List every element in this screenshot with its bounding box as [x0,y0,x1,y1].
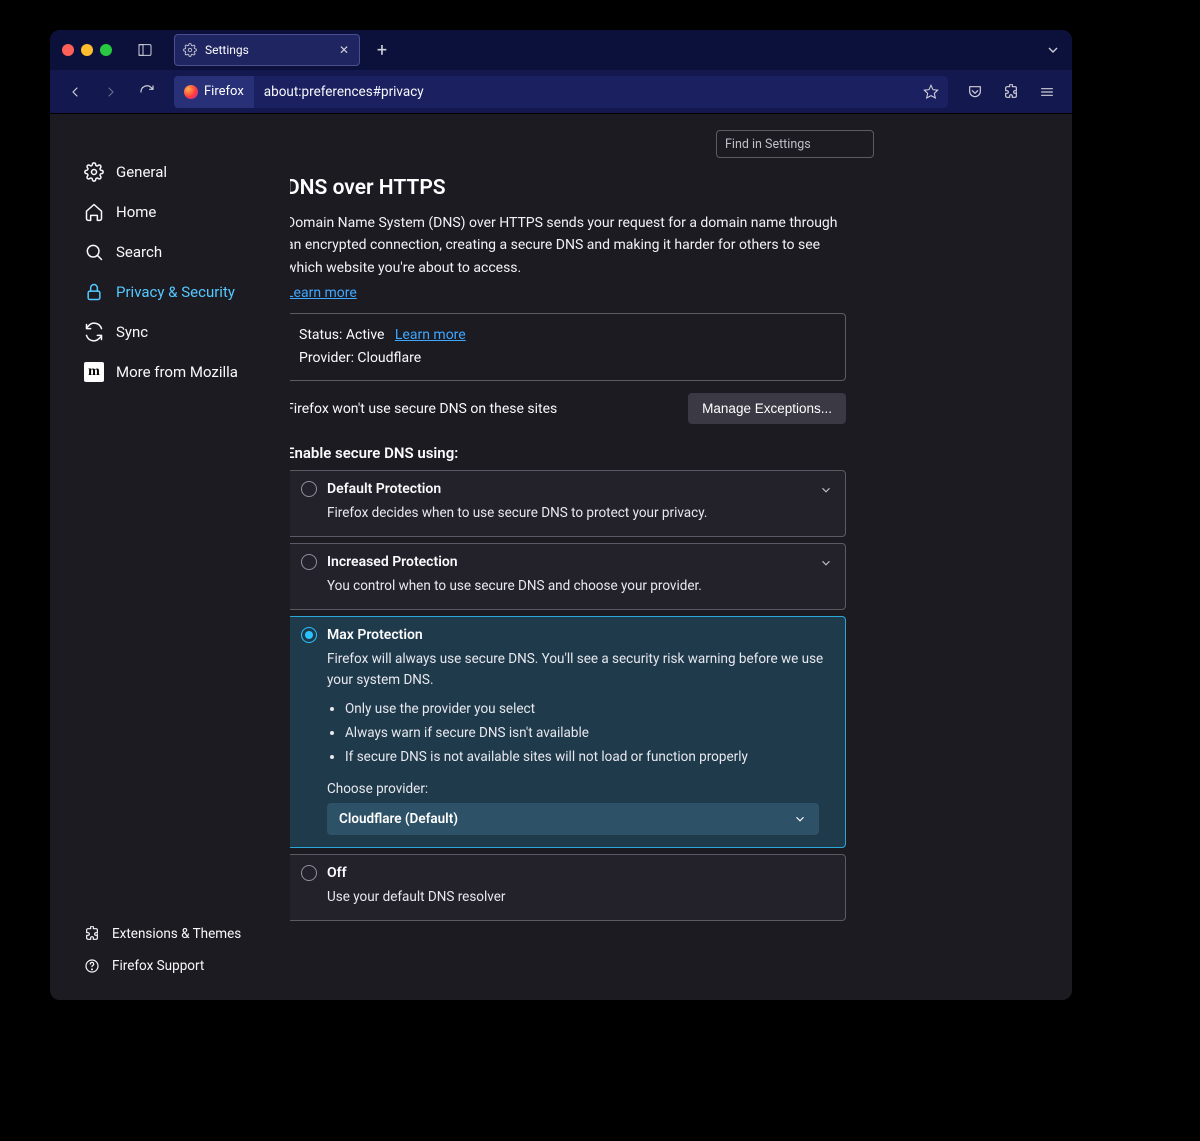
window-controls [62,44,112,56]
firefox-logo-icon [184,85,198,99]
sidebar-item-label: Extensions & Themes [112,926,241,942]
status-box: Status: Active Learn more Provider: Clou… [290,313,846,381]
option-title: Off [327,865,347,881]
pocket-button[interactable] [960,77,990,107]
sidebar-item-label: Sync [116,323,148,341]
identity-label: Firefox [204,84,244,99]
sidebar-item-label: Firefox Support [112,958,204,974]
option-sub: You control when to use secure DNS and c… [327,576,831,597]
sync-icon [84,322,104,342]
sidebar-item-label: Privacy & Security [116,283,235,301]
option-sub: Use your default DNS resolver [327,887,831,908]
bullet: Only use the provider you select [345,701,831,717]
maximize-window-button[interactable] [100,44,112,56]
choose-provider-label: Choose provider: [327,781,831,797]
option-increased[interactable]: Increased Protection You control when to… [290,543,846,610]
content: General Home Search Privacy & Security S… [50,114,1072,1000]
sidebar-item-sync[interactable]: Sync [84,312,290,352]
identity-badge[interactable]: Firefox [174,76,254,108]
sidebar-item-extensions[interactable]: Extensions & Themes [84,918,290,950]
sidebar-item-privacy[interactable]: Privacy & Security [84,272,290,312]
sidebar-item-label: More from Mozilla [116,363,238,381]
sidebar-item-mozilla[interactable]: m More from Mozilla [84,352,290,392]
option-default[interactable]: Default Protection Firefox decides when … [290,470,846,537]
manage-exceptions-button[interactable]: Manage Exceptions... [688,393,846,424]
option-off[interactable]: Off Use your default DNS resolver [290,854,846,921]
status-label: Status: Active [299,327,384,343]
sidebar-item-label: Home [116,203,156,221]
url-bar[interactable]: Firefox about:preferences#privacy [174,76,948,108]
settings-search-input[interactable]: Find in Settings [716,130,874,158]
sidebar-item-home[interactable]: Home [84,192,290,232]
close-tab-icon[interactable]: ✕ [337,43,351,57]
bullet: If secure DNS is not available sites wil… [345,749,831,765]
minimize-window-button[interactable] [81,44,93,56]
puzzle-icon [84,926,100,942]
provider-label: Provider: Cloudflare [299,347,833,370]
learn-more-link[interactable]: Learn more [290,285,357,301]
sidebar-item-label: Search [116,243,162,261]
list-tabs-button[interactable] [1042,39,1064,61]
mozilla-icon: m [84,362,104,382]
sidebar-item-general[interactable]: General [84,152,290,192]
sidebar-item-search[interactable]: Search [84,232,290,272]
option-sub: Firefox decides when to use secure DNS t… [327,503,831,524]
reload-button[interactable] [132,77,162,107]
radio-increased[interactable] [301,554,317,570]
option-bullets: Only use the provider you select Always … [345,701,831,765]
provider-value: Cloudflare (Default) [339,811,458,827]
new-tab-button[interactable]: + [368,36,396,64]
chevron-down-icon [793,812,807,826]
search-icon [84,242,104,262]
browser-window: Settings ✕ + Firefox about:preferences#p… [50,30,1072,1000]
settings-sidebar: General Home Search Privacy & Security S… [50,114,290,1000]
radio-default[interactable] [301,481,317,497]
option-max[interactable]: Max Protection Firefox will always use s… [290,616,846,848]
close-window-button[interactable] [62,44,74,56]
back-button[interactable] [60,77,90,107]
option-title: Max Protection [327,627,423,643]
enable-heading: Enable secure DNS using: [290,444,846,462]
chevron-down-icon [819,556,833,574]
radio-max[interactable] [301,627,317,643]
sidebar-toggle-icon[interactable] [134,39,156,61]
gear-icon [183,43,197,57]
tab-settings[interactable]: Settings ✕ [174,34,360,66]
status-learn-more-link[interactable]: Learn more [395,327,466,343]
option-title: Increased Protection [327,554,458,570]
toolbar: Firefox about:preferences#privacy [50,70,1072,114]
search-placeholder: Find in Settings [725,137,811,152]
page-heading: DNS over HTTPS [290,176,846,200]
intro-text: Domain Name System (DNS) over HTTPS send… [290,212,846,279]
sidebar-item-support[interactable]: Firefox Support [84,950,290,982]
bullet: Always warn if secure DNS isn't availabl… [345,725,831,741]
settings-main: Find in Settings DNS over HTTPS Domain N… [290,114,1072,1000]
lock-icon [84,282,104,302]
chevron-down-icon [819,483,833,501]
provider-select[interactable]: Cloudflare (Default) [327,803,819,835]
tab-title: Settings [205,43,249,57]
help-icon [84,958,100,974]
extensions-button[interactable] [996,77,1026,107]
home-icon [84,202,104,222]
gear-icon [84,162,104,182]
titlebar: Settings ✕ + [50,30,1072,70]
bookmark-star-icon[interactable] [914,76,948,108]
sidebar-item-label: General [116,163,167,181]
radio-off[interactable] [301,865,317,881]
option-title: Default Protection [327,481,441,497]
app-menu-button[interactable] [1032,77,1062,107]
exceptions-text: Firefox won't use secure DNS on these si… [290,401,557,417]
forward-button[interactable] [96,77,126,107]
option-sub: Firefox will always use secure DNS. You'… [327,649,831,691]
url-text: about:preferences#privacy [254,84,424,100]
